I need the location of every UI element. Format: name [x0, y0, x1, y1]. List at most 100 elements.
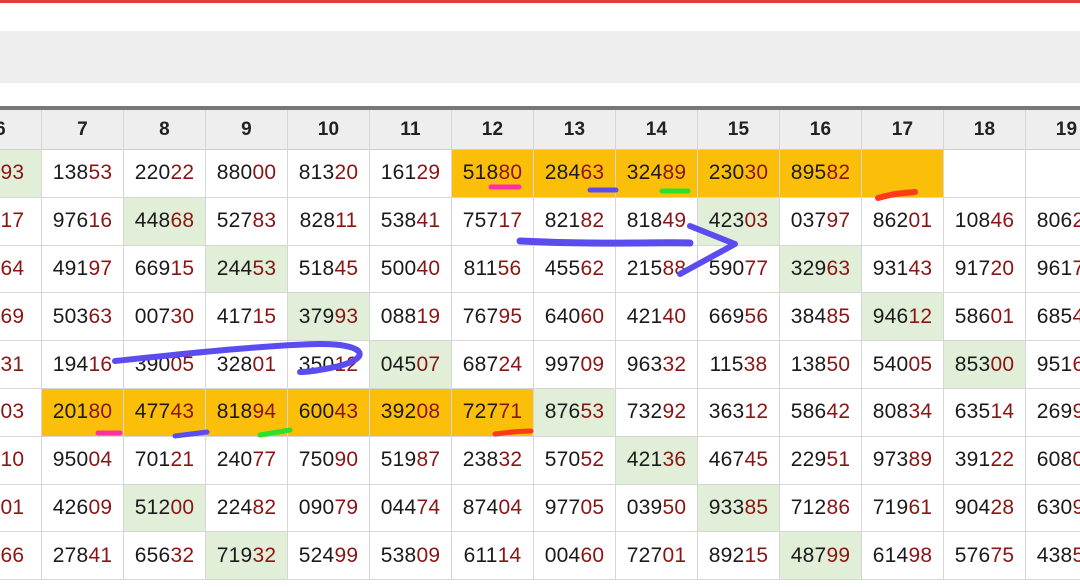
table-cell: 324 89: [616, 150, 698, 198]
table-cell: 421 36: [616, 436, 698, 485]
table-cell: 973 89: [862, 436, 944, 485]
table-cell: 892 15: [698, 532, 780, 581]
table-cell: 421 40: [616, 293, 698, 342]
table-cell: 808 34: [862, 388, 944, 437]
table-cell: 220 22: [124, 150, 206, 198]
table-cell: 426 09: [42, 484, 124, 533]
table-cell: 487 99: [780, 532, 862, 581]
column-header: 19: [1026, 110, 1080, 150]
table-cell: 719 61: [862, 484, 944, 533]
table-cell: 384 85: [780, 293, 862, 342]
table-cell: 278 41: [42, 532, 124, 581]
table-cell: 853 00: [944, 341, 1026, 389]
column-header: 11: [370, 110, 452, 150]
table-cell: 115 38: [698, 341, 780, 389]
table-cell: 512 00: [124, 484, 206, 533]
table-cell: 963 32: [616, 341, 698, 389]
header-row: 6 7 8 9 10 11 12 13 14 15 16 17 18 19: [0, 110, 1080, 150]
table-cell: 727 01: [616, 532, 698, 581]
table-cell: 813 20: [288, 150, 370, 198]
table-cell: 5510: [0, 436, 42, 485]
table-cell: 045 07: [370, 341, 452, 389]
table-cell: 669 56: [698, 293, 780, 342]
table-cell: 201 80: [42, 388, 124, 437]
table-cell: 63091: [1026, 485, 1080, 533]
table-cell: 586 42: [780, 388, 862, 437]
top-header-space: [0, 3, 1080, 31]
table-row: 5510950047012124077750905198723832570524…: [0, 436, 1080, 485]
table-cell: 224 82: [206, 484, 288, 533]
table-cell: 538 09: [370, 532, 452, 581]
table-cell: 230 30: [698, 150, 780, 198]
table-cell: 586 01: [944, 293, 1026, 342]
table-cell: 007 30: [124, 293, 206, 342]
table-cell: 538 41: [370, 197, 452, 246]
table-cell: 5831: [0, 341, 42, 389]
table-cell: 138 50: [780, 341, 862, 389]
table-cell: 757 17: [452, 197, 534, 246]
table-cell: 500 40: [370, 245, 452, 294]
table-cell: 701 21: [124, 436, 206, 485]
table-cell: 527 83: [206, 197, 288, 246]
table-cell: 917 20: [944, 245, 1026, 294]
table-cell: 5566: [0, 532, 42, 581]
table-cell: 391 22: [944, 436, 1026, 485]
table-cell: 328 01: [206, 341, 288, 389]
table-cell: 977 05: [534, 484, 616, 533]
table-cell: 039 50: [616, 484, 698, 533]
table-cell: 108 46: [944, 197, 1026, 246]
table-cell: 68541: [1026, 293, 1080, 342]
table-cell: 5869: [0, 293, 42, 342]
table-cell: 004 60: [534, 532, 616, 581]
table-row: 5303201804774381894600433920872771876537…: [0, 388, 1080, 437]
table-row: 5101426095120022482090790447487404977050…: [0, 484, 1080, 533]
table-cell: 96171: [1026, 246, 1080, 294]
table-cell: 933 85: [698, 484, 780, 533]
table-cell: 976 16: [42, 197, 124, 246]
column-header: 8: [124, 110, 206, 150]
table-row: 5517976164486852783828115384175717821828…: [0, 197, 1080, 246]
table-cell: 161 29: [370, 150, 452, 198]
table-cell: 821 82: [534, 197, 616, 246]
table-cell: 950 04: [42, 436, 124, 485]
table-cell: 750 90: [288, 436, 370, 485]
table-cell: 862 01: [862, 197, 944, 246]
column-header: 10: [288, 110, 370, 150]
table-cell: 088 19: [370, 293, 452, 342]
table-cell: 244 53: [206, 245, 288, 294]
table-row: 5831194163900532801350120450768724997099…: [0, 341, 1080, 389]
table-cell: 392 08: [370, 388, 452, 437]
table-cell: 656 32: [124, 532, 206, 581]
column-header: 13: [534, 110, 616, 150]
table-cell: 090 79: [288, 484, 370, 533]
column-header: 14: [616, 110, 698, 150]
column-header: 17: [862, 110, 944, 150]
table-cell: 417 15: [206, 293, 288, 342]
table-cell: 229 51: [780, 436, 862, 485]
table-cell: 5303: [0, 388, 42, 437]
table-cell: 895 82: [780, 150, 862, 198]
table-cell: 5993: [0, 150, 42, 198]
table-cell: 26991: [1026, 389, 1080, 437]
table-cell: 467 45: [698, 436, 780, 485]
table-cell: 503 63: [42, 293, 124, 342]
table-cell: 138 53: [42, 150, 124, 198]
table-cell: 037 97: [780, 197, 862, 246]
table-cell: 611 14: [452, 532, 534, 581]
table-cell: 455 62: [534, 245, 616, 294]
table-cell: [944, 150, 1026, 198]
table-row: 5566278416563271932524995380961114004607…: [0, 532, 1080, 581]
table-cell: [1026, 150, 1080, 198]
column-header: 7: [42, 110, 124, 150]
number-grid: 6789101112131415161718195993138532202288…: [0, 110, 1080, 581]
table-cell: 876 53: [534, 388, 616, 437]
column-header: 12: [452, 110, 534, 150]
table-cell: 570 52: [534, 436, 616, 485]
table-cell: 614 98: [862, 532, 944, 581]
table-cell: 931 43: [862, 245, 944, 294]
table-cell: 5517: [0, 197, 42, 246]
table-cell: 635 14: [944, 388, 1026, 437]
table-cell: 519 87: [370, 436, 452, 485]
table-cell: 874 04: [452, 484, 534, 533]
table-cell: 518 80: [452, 150, 534, 198]
